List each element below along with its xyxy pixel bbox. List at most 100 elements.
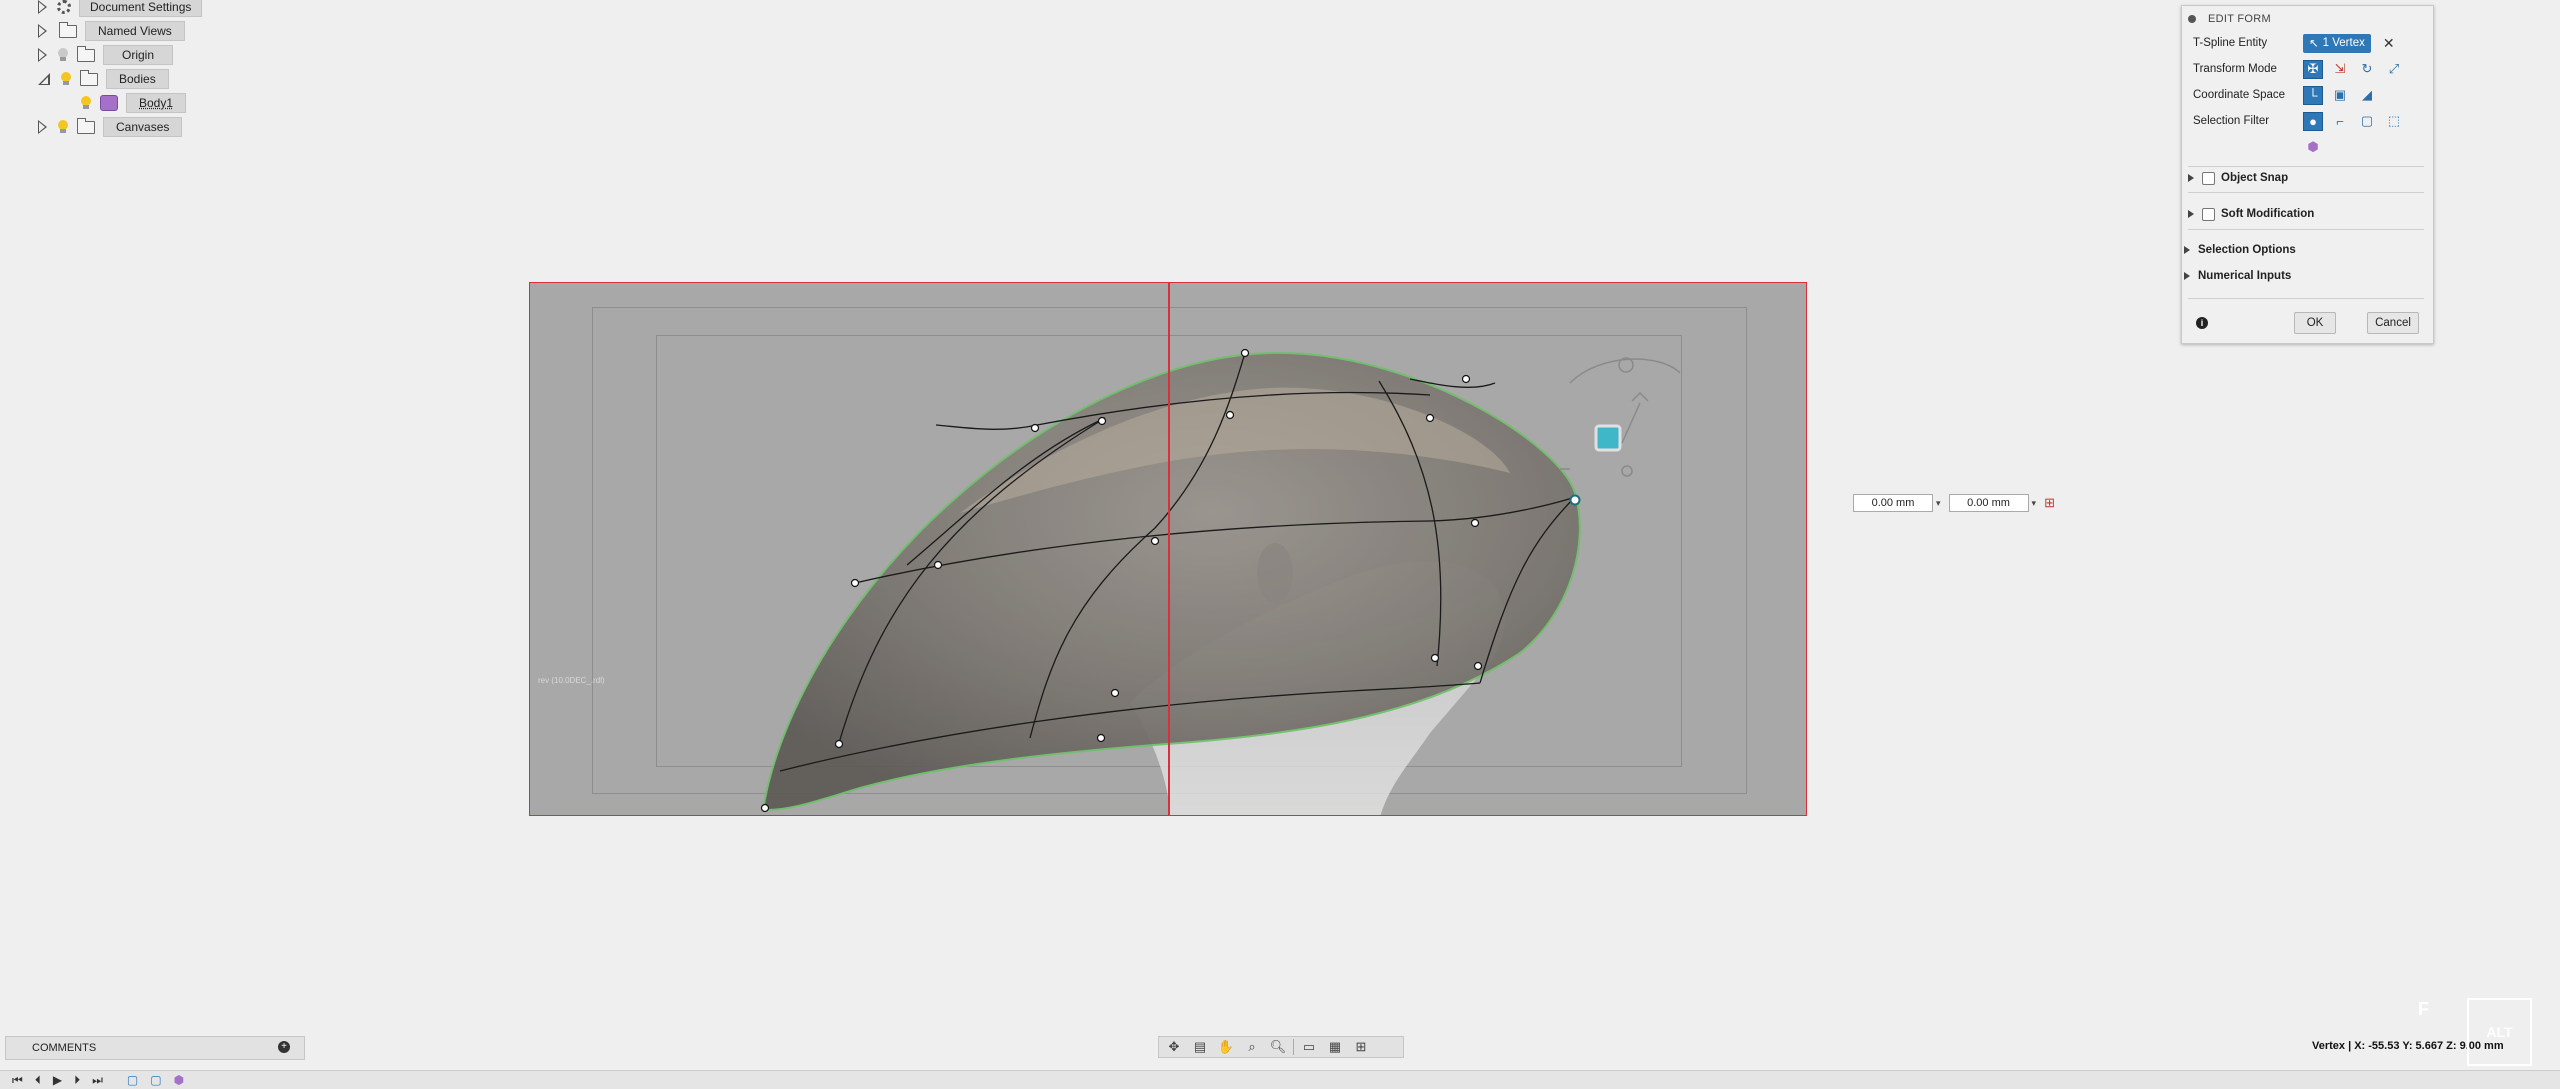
transform-mode-row: Transform Mode ✠ ⇲ ↻ ⤢ [2193, 59, 2411, 79]
gear-icon [57, 0, 71, 14]
clear-selection-icon[interactable]: ✕ [2383, 35, 2395, 52]
body-filter-icon[interactable]: ⬚ [2384, 112, 2404, 131]
transform-mode-label: Transform Mode [2193, 63, 2277, 75]
tspline-entity-selection[interactable]: ↖ 1 Vertex [2303, 33, 2371, 53]
tree-item-label: Document Settings [79, 0, 203, 17]
timeline-feature-icon[interactable]: ▢ [127, 1073, 138, 1087]
tree-item-label: Bodies [106, 69, 169, 89]
soft-modification-label: Soft Modification [2221, 208, 2315, 220]
step-forward-icon[interactable]: ⏵ [74, 1073, 80, 1088]
distance-input-2[interactable]: 0.00 mm [1948, 494, 2029, 512]
selection-filter-extra-row: ⬢ [2303, 137, 2330, 157]
lightbulb-icon[interactable] [80, 96, 92, 110]
edit-form-panel: EDIT FORM T-Spline Entity ↖ 1 Vertex ✕ T… [2181, 5, 2434, 344]
selection-options-section[interactable]: Selection Options [2184, 239, 2420, 261]
comments-panel[interactable]: COMMENTS + [5, 1036, 305, 1060]
rotate-icon[interactable]: ↻ [2357, 60, 2377, 79]
tspline-entity-row: T-Spline Entity ↖ 1 Vertex ✕ [2193, 33, 2395, 53]
face-filter-icon[interactable]: ▢ [2357, 112, 2377, 131]
tree-item-label: Canvases [103, 117, 183, 137]
body-icon [100, 95, 118, 111]
move-manipulator[interactable] [1560, 357, 1681, 477]
ear-shape [1257, 543, 1293, 603]
expand-arrow-icon[interactable] [2188, 210, 2194, 218]
expand-arrow-icon[interactable] [2184, 272, 2190, 280]
tree-item-canvases[interactable]: Canvases [38, 116, 183, 138]
input-options-icon[interactable]: ⊞ [2044, 495, 2055, 511]
fast-forward-icon[interactable]: ⏭ [92, 1073, 103, 1088]
divider [2188, 298, 2424, 299]
lightbulb-icon[interactable] [60, 72, 72, 86]
object-snap-section[interactable]: Object Snap [2188, 167, 2424, 189]
tspline-entity-label: T-Spline Entity [2193, 37, 2268, 49]
folder-icon [80, 69, 98, 86]
object-snap-label: Object Snap [2221, 172, 2289, 184]
numerical-inputs-section[interactable]: Numerical Inputs [2184, 265, 2420, 287]
view-space-icon[interactable]: ▣ [2330, 86, 2350, 105]
tree-item-label: Named Views [85, 21, 185, 41]
selection-options-label: Selection Options [2198, 244, 2296, 256]
navigation-toolbar: ✥ ▤ ✋ ⌕ 🔍︎ ▭ ▦ ⊞ [1158, 1036, 1404, 1058]
numerical-inputs-label: Numerical Inputs [2198, 270, 2292, 282]
collapse-arrow-icon[interactable] [38, 73, 50, 85]
viewports-icon[interactable]: ⊞ [1350, 1039, 1372, 1055]
soft-modification-checkbox[interactable] [2202, 207, 2215, 221]
pan-icon[interactable]: ✋ [1215, 1039, 1237, 1055]
tree-item-document-settings[interactable]: Document Settings [38, 0, 203, 18]
ok-button[interactable]: OK [2294, 312, 2336, 334]
play-icon[interactable]: ▶ [53, 1073, 62, 1087]
orbit-icon[interactable]: ✥ [1163, 1039, 1185, 1055]
zoom-window-icon[interactable]: ⌕ [1241, 1039, 1263, 1055]
scale-icon[interactable]: ⤢ [2384, 60, 2404, 79]
dropdown-arrow-icon[interactable]: ▾ [1936, 498, 1941, 509]
zoom-icon[interactable]: 🔍︎ [1267, 1039, 1289, 1055]
tree-item-named-views[interactable]: Named Views [38, 20, 185, 42]
tree-item-body1[interactable]: Body1 [70, 92, 187, 114]
world-space-icon[interactable]: └ [2303, 85, 2323, 105]
object-snap-checkbox[interactable] [2202, 171, 2215, 185]
key-indicator-f: F [2418, 999, 2429, 1019]
tree-item-origin[interactable]: Origin [38, 44, 174, 66]
multi-transform-icon[interactable]: ✠ [2303, 59, 2323, 79]
expand-arrow-icon[interactable] [38, 24, 47, 38]
key-indicator-alt: ALT [2467, 998, 2532, 1066]
divider [1293, 1039, 1294, 1055]
tree-item-bodies[interactable]: Bodies [38, 68, 169, 90]
rewind-icon[interactable]: ⏮ [12, 1073, 23, 1088]
timeline-form-icon[interactable]: ⬢ [174, 1073, 184, 1087]
expand-arrow-icon[interactable] [38, 120, 47, 134]
tree-item-label: Origin [103, 45, 174, 65]
soft-modification-section[interactable]: Soft Modification [2188, 203, 2424, 225]
folder-icon [77, 117, 95, 134]
local-space-icon[interactable]: ◢ [2357, 86, 2377, 105]
display-settings-icon[interactable]: ▭ [1298, 1039, 1320, 1055]
canvas-image[interactable]: rev (10.0DEC_.rdl) [529, 282, 1807, 816]
vertex-filter-icon[interactable]: ● [2303, 111, 2323, 131]
step-back-icon[interactable]: ⏴ [35, 1073, 41, 1088]
dropdown-arrow-icon[interactable]: ▾ [2032, 498, 2037, 509]
look-at-icon[interactable]: ▤ [1189, 1039, 1211, 1055]
panel-collapse-icon[interactable] [2188, 15, 2196, 23]
lightbulb-icon[interactable] [57, 48, 69, 62]
timeline-feature-icon[interactable]: ▢ [150, 1073, 161, 1087]
add-comment-icon[interactable]: + [278, 1041, 290, 1053]
translate-icon[interactable]: ⇲ [2330, 60, 2350, 79]
coordinate-space-label: Coordinate Space [2193, 89, 2286, 101]
expand-arrow-icon[interactable] [2188, 174, 2194, 182]
panel-title: EDIT FORM [2208, 13, 2271, 25]
folder-icon [59, 21, 77, 38]
grid-settings-icon[interactable]: ▦ [1324, 1039, 1346, 1055]
coordinate-space-row: Coordinate Space └ ▣ ◢ [2193, 85, 2384, 105]
selection-filter-label: Selection Filter [2193, 115, 2270, 127]
info-icon[interactable]: i [2196, 317, 2208, 329]
divider [2188, 229, 2424, 230]
timeline-bar: ⏮ ⏴ ▶ ⏵ ⏭ ▢ ▢ ⬢ [0, 1070, 2560, 1089]
expand-arrow-icon[interactable] [38, 48, 47, 62]
cancel-button[interactable]: Cancel [2367, 312, 2419, 334]
expand-arrow-icon[interactable] [2184, 246, 2190, 254]
object-filter-icon[interactable]: ⬢ [2303, 138, 2323, 157]
distance-input-1[interactable]: 0.00 mm [1853, 494, 1933, 512]
lightbulb-icon[interactable] [57, 120, 69, 134]
edge-filter-icon[interactable]: ⌐ [2330, 112, 2350, 131]
expand-arrow-icon[interactable] [38, 0, 47, 14]
